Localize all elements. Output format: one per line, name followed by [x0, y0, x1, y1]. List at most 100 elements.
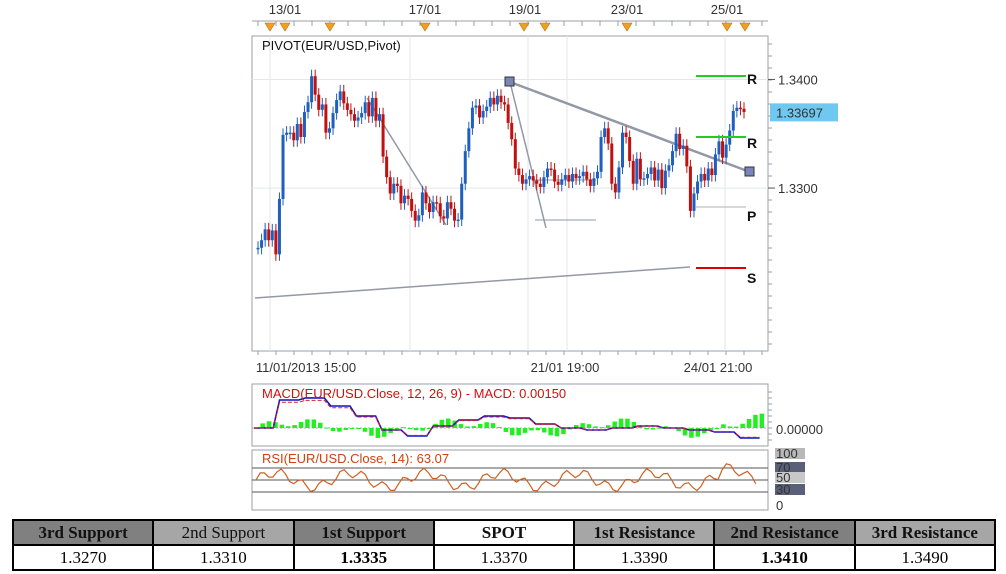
candle-body: [403, 195, 407, 204]
rsi-axis-label: 30: [776, 482, 790, 497]
current-price-label: 1.33697: [776, 105, 823, 120]
candle-body: [635, 158, 639, 184]
candle-body: [399, 185, 403, 204]
candle-body: [424, 192, 428, 204]
candle-body: [256, 247, 260, 250]
candle-body: [685, 145, 689, 167]
value-1st-support: 1.3335: [292, 544, 435, 571]
pivot-marker-label: R: [747, 135, 757, 151]
candle-body: [567, 175, 571, 182]
event-marker-icon: [739, 22, 751, 32]
candle-body: [453, 208, 457, 221]
candle-body: [624, 132, 628, 138]
candle-body: [503, 102, 507, 105]
candle-body: [428, 203, 432, 212]
candle-body: [302, 112, 306, 138]
macd-histogram-bar: [292, 425, 297, 428]
candle-body: [606, 128, 610, 144]
candle-body: [538, 183, 542, 187]
bottom-date-label: 11/01/2013 15:00: [256, 360, 356, 375]
candle-body: [678, 133, 682, 149]
rsi-axis-label: 0: [776, 498, 783, 513]
macd-histogram-bar: [350, 428, 355, 429]
candle-body: [352, 114, 356, 121]
macd-histogram-bar: [746, 418, 752, 428]
candle-body: [738, 107, 742, 110]
candle-body: [438, 203, 442, 217]
top-date-label: 19/01: [509, 2, 542, 17]
candle-body: [656, 169, 660, 181]
candle-body: [535, 180, 539, 184]
macd-histogram-bar: [727, 426, 733, 428]
value-2nd-resistance: 1.3410: [713, 544, 856, 571]
candle-body: [692, 193, 696, 211]
candle-body: [553, 169, 557, 182]
value-1st-resistance: 1.3390: [573, 544, 716, 571]
candle-body: [638, 158, 642, 180]
candle-body: [506, 104, 510, 123]
candle-body: [592, 178, 596, 186]
candle-body: [510, 122, 514, 140]
pivot-levels-table: 3rd Support 2nd Support 1st Support SPOT…: [11, 519, 997, 571]
candle-body: [299, 123, 303, 138]
value-2nd-support: 1.3310: [152, 544, 295, 571]
col-header-1st-support: 1st Support: [292, 519, 435, 546]
chart-canvas: R R P S PIVOT(EUR/USD,Pivot) 13/01 17/01 19/0…: [251, 2, 838, 513]
bottom-date-axis: 11/01/2013 15:00 21/01 19:00 24/01 21:00: [256, 351, 763, 375]
candle-body: [524, 179, 528, 184]
candle-body: [621, 132, 624, 168]
macd-histogram-bar: [375, 428, 381, 438]
macd-histogram-bar: [394, 428, 400, 429]
candle-body: [310, 76, 314, 103]
candle-body: [288, 132, 292, 135]
value-3rd-resistance: 1.3490: [853, 544, 997, 571]
candle-body: [445, 202, 449, 219]
candle-body: [574, 173, 578, 179]
top-date-label: 17/01: [409, 2, 442, 17]
candle-body: [420, 192, 424, 216]
candle-body: [478, 105, 482, 118]
candle-body: [688, 166, 692, 211]
macd-histogram-bar: [612, 421, 617, 428]
candle-body: [667, 165, 671, 171]
candle-body: [628, 137, 632, 161]
macd-histogram-bar: [516, 428, 521, 436]
candle-body: [456, 219, 460, 222]
macd-histogram-bar: [298, 422, 304, 428]
price-label: 1.3300: [778, 181, 818, 196]
macd-histogram-bar: [478, 423, 483, 428]
candle-body: [563, 175, 567, 180]
candle-body: [603, 128, 607, 138]
macd-histogram-bar: [337, 428, 342, 432]
macd-histogram-bar: [324, 427, 329, 429]
candle-body: [345, 103, 349, 110]
candle-body: [517, 168, 521, 176]
macd-histogram-bar: [343, 428, 349, 430]
candle-body: [545, 168, 549, 178]
candle-body: [485, 106, 489, 111]
event-marker-icon: [518, 22, 530, 32]
candle-body: [335, 100, 339, 114]
macd-histogram-bar: [356, 428, 361, 429]
macd-histogram-bar: [586, 424, 592, 428]
top-date-label: 13/01: [269, 2, 302, 17]
candle-body: [374, 97, 378, 121]
candle-body: [560, 179, 564, 185]
pivot-marker-label: S: [747, 270, 756, 286]
price-label: 1.3400: [778, 72, 818, 87]
macd-histogram-bar: [529, 428, 534, 431]
event-marker-icon: [419, 22, 431, 32]
candle-body: [663, 170, 667, 189]
candle-body: [585, 171, 589, 180]
candle-body: [610, 143, 614, 184]
col-header-2nd-resistance: 2nd Resistance: [713, 519, 856, 546]
event-marker-icon: [621, 22, 633, 32]
candle-body: [595, 171, 599, 179]
candle-body: [717, 141, 721, 155]
candle-body: [277, 198, 281, 255]
candle-body: [735, 107, 739, 111]
event-marker-icon: [721, 22, 733, 32]
candle-body: [381, 114, 385, 157]
candle-body: [406, 195, 410, 199]
candle-body: [513, 139, 517, 169]
